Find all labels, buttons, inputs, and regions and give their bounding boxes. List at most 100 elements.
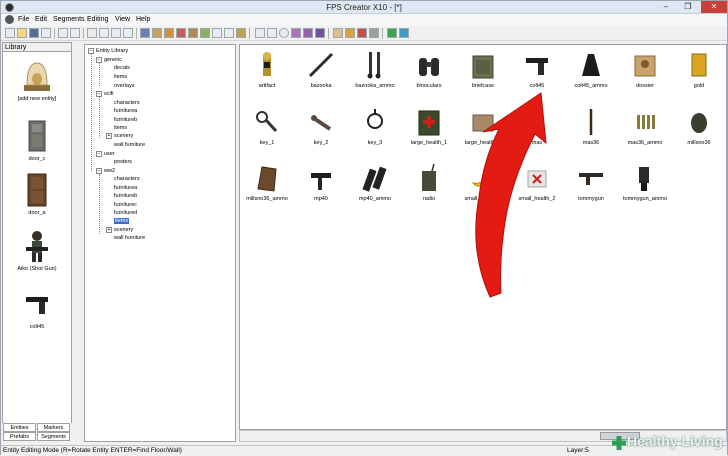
tree-node[interactable]: furnitureb (114, 117, 137, 123)
tree-node[interactable]: overlays (114, 83, 134, 89)
tree-node[interactable]: scenery (114, 227, 133, 233)
tree-node-root[interactable]: Entity Library (96, 48, 128, 54)
entity-item[interactable]: gold (672, 50, 726, 89)
tree-expander[interactable]: + (106, 227, 112, 233)
entity-item[interactable]: millsno36 (672, 107, 726, 146)
rectangle-tool-icon[interactable] (267, 28, 277, 38)
paint-icon[interactable] (176, 28, 186, 38)
maximize-button[interactable]: ❐ (677, 1, 699, 13)
entity-item[interactable]: bazooka_ammo (348, 50, 402, 89)
entity-item[interactable]: key_2 (294, 107, 348, 146)
menu-file[interactable]: File (18, 16, 29, 23)
tree-node[interactable]: furniturea (114, 108, 137, 114)
tab-entities[interactable]: Entities (3, 423, 36, 432)
segment-mode-icon[interactable] (140, 28, 150, 38)
entity-item[interactable]: colt45_ammo (564, 50, 618, 89)
entity-item[interactable]: dossier (618, 50, 672, 89)
tree-node[interactable]: characters (114, 100, 140, 106)
test-game-icon[interactable] (387, 28, 397, 38)
stamp-icon[interactable] (236, 28, 246, 38)
eraser-icon[interactable] (303, 28, 313, 38)
tree-node[interactable]: scifi (104, 91, 113, 97)
tree-node[interactable]: items (114, 74, 127, 80)
wand-icon[interactable] (291, 28, 301, 38)
entity-item[interactable]: large_health_2 (456, 107, 510, 146)
tree-expander[interactable]: + (106, 133, 112, 139)
tree-node[interactable]: decals (114, 65, 130, 71)
tree-node[interactable]: characters (114, 176, 140, 182)
tree-node[interactable]: wall furniture (114, 235, 145, 241)
print-icon[interactable] (41, 28, 51, 38)
entity-item[interactable]: mas36_ammo (618, 107, 672, 146)
entity-item[interactable]: tommygun_ammo (618, 163, 672, 202)
entity-item[interactable]: colt45 (510, 50, 564, 89)
tree-node-selected[interactable]: items (114, 218, 130, 224)
new-file-icon[interactable] (5, 28, 15, 38)
entity-item[interactable]: mp40 (294, 163, 348, 202)
redo-icon[interactable] (70, 28, 80, 38)
layer-icon[interactable] (333, 28, 343, 38)
tree-node[interactable]: wall furniture (114, 142, 145, 148)
flag-icon[interactable] (357, 28, 367, 38)
tree-node[interactable]: furnitureb (114, 193, 137, 199)
tree-node[interactable]: ww2 (104, 168, 115, 174)
paste-icon[interactable] (111, 28, 121, 38)
tree-node[interactable]: scenery (114, 133, 133, 139)
entity-item[interactable]: small_health_2 (510, 163, 564, 202)
entity-item[interactable]: mp40_ammo (348, 163, 402, 202)
library-item[interactable]: Aiko (Shot Gun) (7, 229, 67, 272)
menu-editing[interactable]: Editing (87, 16, 108, 23)
tree-expander[interactable]: − (88, 48, 94, 54)
tree-node[interactable]: generic (104, 57, 122, 63)
entity-item[interactable]: millsno36_ammo (240, 163, 294, 202)
entity-item[interactable]: small_health_1 (456, 163, 510, 202)
menu-help[interactable]: Help (136, 16, 150, 23)
brush-icon[interactable] (188, 28, 198, 38)
tree-expander[interactable]: − (96, 151, 102, 157)
grid-icon[interactable] (369, 28, 379, 38)
save-icon[interactable] (29, 28, 39, 38)
tree-node[interactable]: furniturec (114, 202, 137, 208)
entity-item[interactable]: key_3 (348, 107, 402, 146)
tree-node[interactable]: furniturea (114, 185, 137, 191)
cut-icon[interactable] (87, 28, 97, 38)
tab-markers[interactable]: Markers (37, 423, 70, 432)
menu-edit[interactable]: Edit (35, 16, 47, 23)
waypoint-icon[interactable] (345, 28, 355, 38)
undo-icon[interactable] (58, 28, 68, 38)
minimize-button[interactable]: – (655, 1, 677, 13)
entity-mode-icon[interactable] (152, 28, 162, 38)
prefab-icon[interactable] (164, 28, 174, 38)
menu-view[interactable]: View (115, 16, 130, 23)
line-tool-icon[interactable] (255, 28, 265, 38)
system-menu-icon[interactable] (5, 15, 14, 24)
library-item[interactable]: colt45 (7, 287, 67, 330)
entity-item[interactable]: radio (402, 163, 456, 202)
library-item[interactable]: door_a (7, 173, 67, 216)
open-folder-icon[interactable] (17, 28, 27, 38)
copy-icon[interactable] (99, 28, 109, 38)
menu-segments[interactable]: Segments (53, 16, 85, 23)
entity-item[interactable]: large_health_1 (402, 107, 456, 146)
entity-item[interactable]: bazooka (294, 50, 348, 89)
tree-node[interactable]: posters (114, 159, 132, 165)
picker-icon[interactable] (212, 28, 222, 38)
tab-prefabs[interactable]: Prefabs (3, 432, 36, 441)
delete-icon[interactable] (123, 28, 133, 38)
tab-segments[interactable]: Segments (37, 432, 70, 441)
build-game-icon[interactable] (399, 28, 409, 38)
tree-node[interactable]: user (104, 151, 115, 157)
entity-item[interactable]: briefcase (456, 50, 510, 89)
circle-tool-icon[interactable] (279, 28, 289, 38)
entity-item[interactable]: mas36 (564, 107, 618, 146)
library-item[interactable]: [add new entity] (7, 59, 67, 102)
marker-icon[interactable] (200, 28, 210, 38)
tree-node[interactable]: items (114, 125, 127, 131)
entity-item[interactable]: binoculars (402, 50, 456, 89)
fill-icon[interactable] (315, 28, 325, 38)
entity-item[interactable]: tommygun (564, 163, 618, 202)
tree-node[interactable]: furnitured (114, 210, 137, 216)
entity-item[interactable]: mas (510, 107, 564, 146)
close-button[interactable]: ✕ (701, 1, 727, 13)
library-item[interactable]: door_c (7, 119, 67, 162)
